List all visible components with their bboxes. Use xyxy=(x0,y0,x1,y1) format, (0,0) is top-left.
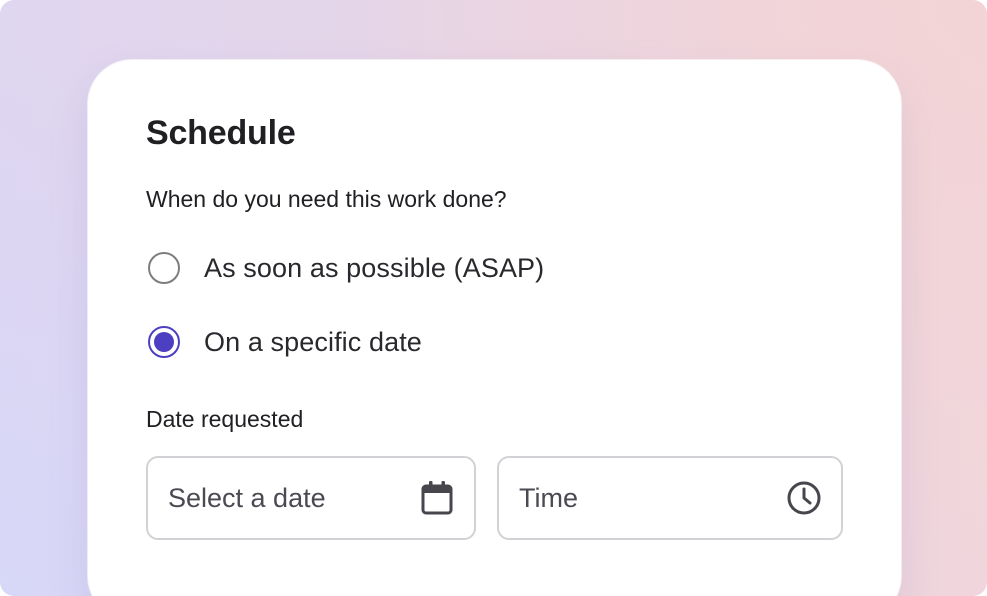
time-field-placeholder: Time xyxy=(519,482,578,513)
time-picker-field[interactable]: Time xyxy=(497,456,843,540)
calendar-icon[interactable] xyxy=(418,479,456,517)
specific-date-radio-label[interactable]: On a specific date xyxy=(204,327,422,358)
radio-selected-dot xyxy=(154,332,174,352)
asap-radio-label[interactable]: As soon as possible (ASAP) xyxy=(204,253,544,284)
page-background: Schedule When do you need this work done… xyxy=(0,0,987,596)
page-title: Schedule xyxy=(146,114,296,152)
specific-date-radio-button[interactable] xyxy=(148,326,180,358)
clock-icon[interactable] xyxy=(785,479,823,517)
schedule-card: Schedule When do you need this work done… xyxy=(88,60,901,596)
date-picker-field[interactable]: Select a date xyxy=(146,456,476,540)
date-field-placeholder: Select a date xyxy=(168,482,326,513)
asap-radio-button[interactable] xyxy=(148,252,180,284)
schedule-question: When do you need this work done? xyxy=(146,186,507,212)
date-requested-label: Date requested xyxy=(146,406,304,432)
specific-date-radio-option[interactable]: On a specific date xyxy=(148,326,422,358)
asap-radio-option[interactable]: As soon as possible (ASAP) xyxy=(148,252,544,284)
